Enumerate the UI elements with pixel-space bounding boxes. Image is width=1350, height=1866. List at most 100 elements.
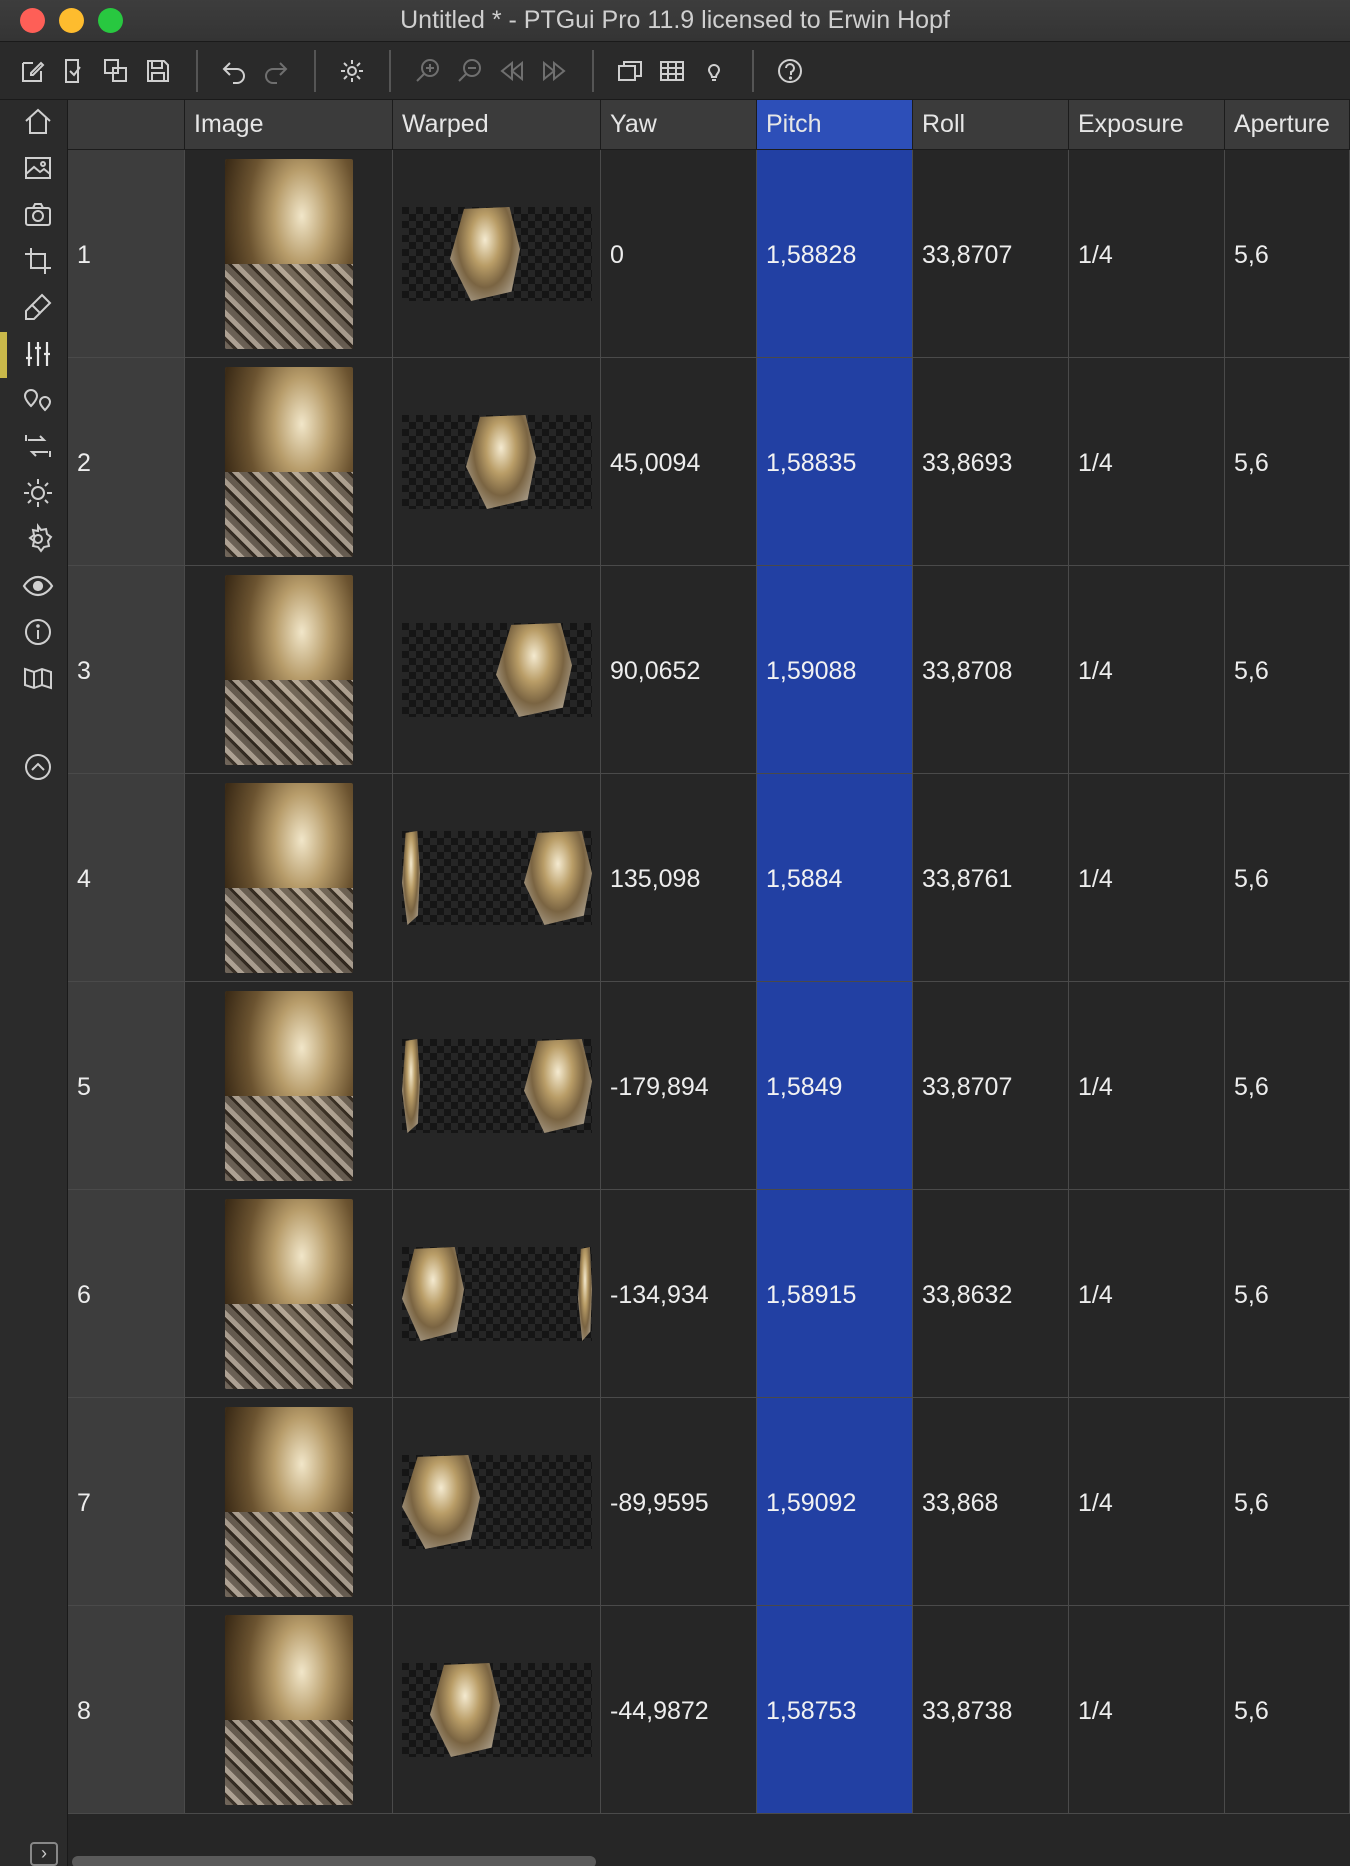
column-header-pitch[interactable]: Pitch xyxy=(757,100,913,150)
warped-thumbnail-cell[interactable] xyxy=(393,982,601,1189)
yaw-cell[interactable]: 45,0094 xyxy=(601,358,757,565)
warped-thumbnail-cell[interactable] xyxy=(393,1398,601,1605)
previous-icon[interactable] xyxy=(496,55,528,87)
image-thumbnail-cell[interactable] xyxy=(185,566,393,773)
yaw-cell[interactable]: 0 xyxy=(601,150,757,357)
yaw-cell[interactable]: -44,9872 xyxy=(601,1606,757,1813)
control-points-table-icon[interactable] xyxy=(656,55,688,87)
pitch-cell[interactable]: 1,59088 xyxy=(757,566,913,773)
roll-cell[interactable]: 33,8761 xyxy=(913,774,1069,981)
table-row[interactable]: 5 -179,894 1,5849 33,8707 1/4 5,6 xyxy=(68,982,1350,1190)
image-thumbnail-cell[interactable] xyxy=(185,1606,393,1813)
roll-cell[interactable]: 33,8632 xyxy=(913,1190,1069,1397)
warped-thumbnail-cell[interactable] xyxy=(393,358,601,565)
row-index[interactable]: 1 xyxy=(68,150,185,357)
column-header-exposure[interactable]: Exposure xyxy=(1069,100,1225,150)
column-header-warped[interactable]: Warped xyxy=(393,100,601,150)
save-icon[interactable] xyxy=(142,55,174,87)
horizontal-scrollbar[interactable] xyxy=(72,1856,596,1866)
project-info-icon[interactable] xyxy=(18,612,58,652)
roll-cell[interactable]: 33,8708 xyxy=(913,566,1069,773)
zoom-out-icon[interactable] xyxy=(454,55,486,87)
row-index[interactable]: 8 xyxy=(68,1606,185,1813)
control-points-icon[interactable] xyxy=(18,380,58,420)
roll-cell[interactable]: 33,8738 xyxy=(913,1606,1069,1813)
exposure-cell[interactable]: 1/4 xyxy=(1069,774,1225,981)
settings-icon[interactable] xyxy=(336,55,368,87)
camera-icon[interactable] xyxy=(18,195,58,235)
column-header-index[interactable] xyxy=(68,100,185,150)
home-icon[interactable] xyxy=(18,102,58,142)
image-thumbnail-cell[interactable] xyxy=(185,982,393,1189)
images-icon[interactable] xyxy=(18,148,58,188)
undo-icon[interactable] xyxy=(218,55,250,87)
exposure-cell[interactable]: 1/4 xyxy=(1069,982,1225,1189)
lightbulb-icon[interactable] xyxy=(698,55,730,87)
yaw-cell[interactable]: 90,0652 xyxy=(601,566,757,773)
image-thumbnail-cell[interactable] xyxy=(185,150,393,357)
aperture-cell[interactable]: 5,6 xyxy=(1225,358,1350,565)
redo-icon[interactable] xyxy=(260,55,292,87)
column-header-yaw[interactable]: Yaw xyxy=(601,100,757,150)
yaw-cell[interactable]: 135,098 xyxy=(601,774,757,981)
pitch-cell[interactable]: 1,58828 xyxy=(757,150,913,357)
row-index[interactable]: 5 xyxy=(68,982,185,1189)
exposure-cell[interactable]: 1/4 xyxy=(1069,150,1225,357)
table-row[interactable]: 2 45,0094 1,58835 33,8693 1/4 5,6 xyxy=(68,358,1350,566)
warped-thumbnail-cell[interactable] xyxy=(393,1190,601,1397)
table-row[interactable]: 6 -134,934 1,58915 33,8632 1/4 5,6 xyxy=(68,1190,1350,1398)
warped-thumbnail-cell[interactable] xyxy=(393,566,601,773)
image-parameters-icon[interactable] xyxy=(18,334,58,374)
row-index[interactable]: 6 xyxy=(68,1190,185,1397)
pitch-cell[interactable]: 1,59092 xyxy=(757,1398,913,1605)
column-header-aperture[interactable]: Aperture xyxy=(1225,100,1350,150)
collapse-icon[interactable] xyxy=(18,747,58,787)
mask-icon[interactable] xyxy=(18,287,58,327)
exposure-cell[interactable]: 1/4 xyxy=(1069,566,1225,773)
pitch-cell[interactable]: 1,58835 xyxy=(757,358,913,565)
save-as-icon[interactable] xyxy=(100,55,132,87)
row-index[interactable]: 2 xyxy=(68,358,185,565)
table-row[interactable]: 3 90,0652 1,59088 33,8708 1/4 5,6 xyxy=(68,566,1350,774)
help-icon[interactable] xyxy=(774,55,806,87)
preview-icon[interactable] xyxy=(18,566,58,606)
zoom-in-icon[interactable] xyxy=(412,55,444,87)
aperture-cell[interactable]: 5,6 xyxy=(1225,982,1350,1189)
open-project-icon[interactable] xyxy=(58,55,90,87)
exposure-cell[interactable]: 1/4 xyxy=(1069,1190,1225,1397)
row-index[interactable]: 3 xyxy=(68,566,185,773)
warped-thumbnail-cell[interactable] xyxy=(393,1606,601,1813)
roll-cell[interactable]: 33,8707 xyxy=(913,982,1069,1189)
roll-cell[interactable]: 33,8693 xyxy=(913,358,1069,565)
crop-icon[interactable] xyxy=(18,241,58,281)
optimizer-icon[interactable] xyxy=(18,426,58,466)
aperture-cell[interactable]: 5,6 xyxy=(1225,1606,1350,1813)
next-icon[interactable] xyxy=(538,55,570,87)
roll-cell[interactable]: 33,868 xyxy=(913,1398,1069,1605)
create-panorama-icon[interactable] xyxy=(18,658,58,698)
image-thumbnail-cell[interactable] xyxy=(185,1190,393,1397)
pitch-cell[interactable]: 1,58915 xyxy=(757,1190,913,1397)
yaw-cell[interactable]: -89,9595 xyxy=(601,1398,757,1605)
roll-cell[interactable]: 33,8707 xyxy=(913,150,1069,357)
table-row[interactable]: 7 -89,9595 1,59092 33,868 1/4 5,6 xyxy=(68,1398,1350,1606)
row-index[interactable]: 7 xyxy=(68,1398,185,1605)
table-row[interactable]: 4 135,098 1,5884 33,8761 1/4 5,6 xyxy=(68,774,1350,982)
panorama-editor-icon[interactable] xyxy=(614,55,646,87)
aperture-cell[interactable]: 5,6 xyxy=(1225,1398,1350,1605)
project-settings-icon[interactable] xyxy=(18,519,58,559)
image-thumbnail-cell[interactable] xyxy=(185,358,393,565)
yaw-cell[interactable]: -134,934 xyxy=(601,1190,757,1397)
pitch-cell[interactable]: 1,5849 xyxy=(757,982,913,1189)
warped-thumbnail-cell[interactable] xyxy=(393,150,601,357)
image-thumbnail-cell[interactable] xyxy=(185,1398,393,1605)
image-thumbnail-cell[interactable] xyxy=(185,774,393,981)
aperture-cell[interactable]: 5,6 xyxy=(1225,566,1350,773)
exposure-cell[interactable]: 1/4 xyxy=(1069,1606,1225,1813)
new-project-icon[interactable] xyxy=(17,55,49,87)
exposure-cell[interactable]: 1/4 xyxy=(1069,358,1225,565)
yaw-cell[interactable]: -179,894 xyxy=(601,982,757,1189)
pitch-cell[interactable]: 1,58753 xyxy=(757,1606,913,1813)
warped-thumbnail-cell[interactable] xyxy=(393,774,601,981)
exposure-hdr-icon[interactable] xyxy=(18,473,58,513)
